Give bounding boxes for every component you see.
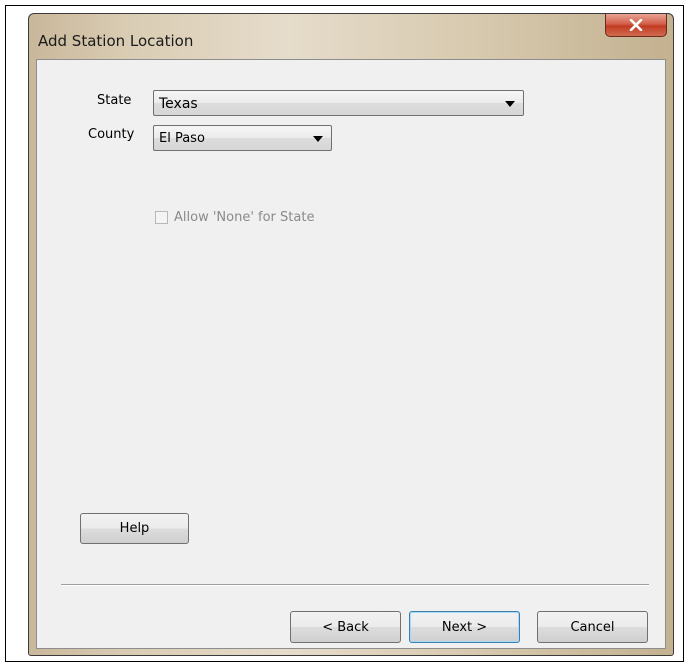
close-button[interactable] xyxy=(605,14,667,37)
window-title: Add Station Location xyxy=(38,32,194,50)
back-button-label: < Back xyxy=(322,619,369,635)
titlebar[interactable]: Add Station Location xyxy=(29,14,673,59)
next-button-label: Next > xyxy=(441,619,488,635)
dialog-client-area: State Texas County El Paso Allow 'None' … xyxy=(36,59,666,649)
cancel-button[interactable]: Cancel xyxy=(537,611,648,643)
button-separator xyxy=(61,584,649,586)
chevron-down-icon xyxy=(313,136,323,142)
cancel-button-label: Cancel xyxy=(570,619,615,635)
dialog-window: Add Station Location State Texas County … xyxy=(28,13,674,656)
county-label: County xyxy=(88,127,135,142)
back-button[interactable]: < Back xyxy=(290,611,401,643)
help-button[interactable]: Help xyxy=(80,513,189,544)
allow-none-checkbox[interactable] xyxy=(155,210,168,224)
help-button-label: Help xyxy=(119,521,150,536)
allow-none-checkbox-row: Allow 'None' for State xyxy=(155,208,314,226)
county-dropdown[interactable]: El Paso xyxy=(153,125,332,151)
state-label: State xyxy=(97,93,132,108)
next-button[interactable]: Next > xyxy=(409,611,520,643)
close-x-icon xyxy=(629,19,643,31)
state-value: Texas xyxy=(159,96,198,112)
allow-none-label: Allow 'None' for State xyxy=(174,209,315,225)
state-dropdown[interactable]: Texas xyxy=(153,90,524,116)
chevron-down-icon xyxy=(505,101,515,107)
county-value: El Paso xyxy=(159,131,205,146)
